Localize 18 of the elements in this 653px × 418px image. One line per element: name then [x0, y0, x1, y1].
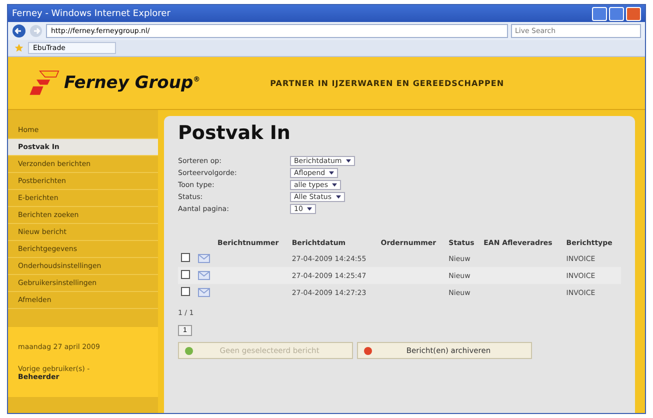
caret-icon: [346, 159, 351, 164]
logo-icon: [28, 69, 62, 97]
minimize-button[interactable]: [592, 6, 607, 20]
logo-text: Ferney Group$^{®}$: [64, 73, 200, 93]
row-checkbox[interactable]: [181, 253, 190, 262]
star-icon[interactable]: [14, 43, 24, 53]
caret-icon: [336, 195, 341, 200]
row-checkbox[interactable]: [181, 287, 190, 296]
row-checkbox[interactable]: [181, 270, 190, 279]
caret-icon: [307, 207, 312, 212]
caret-icon: [332, 183, 338, 188]
caret-icon: [329, 171, 334, 176]
page-title: Postvak In: [178, 122, 292, 144]
close-button[interactable]: [626, 6, 641, 20]
window-title: Ferney - Windows Internet Explorer: [12, 8, 170, 18]
maximize-button[interactable]: [609, 6, 624, 20]
tagline: PARTNER IN IJZERWAREN EN GEREEDSCHAPPEN: [270, 78, 504, 88]
back-icon[interactable]: [12, 24, 26, 38]
